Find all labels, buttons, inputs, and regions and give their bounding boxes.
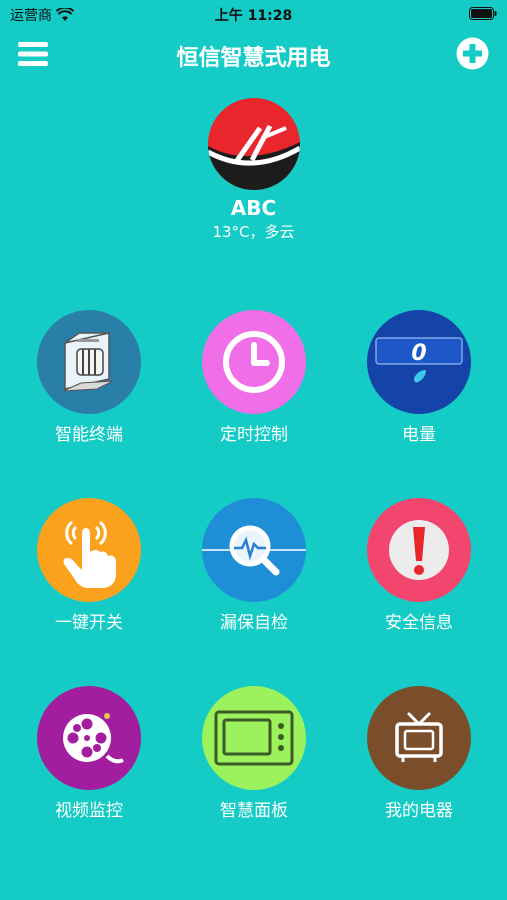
- clock-icon: [223, 331, 285, 393]
- feature-one-key-switch[interactable]: 一键开关: [14, 498, 164, 633]
- exclamation-icon: [389, 520, 449, 580]
- feature-label: 定时控制: [220, 425, 288, 445]
- weather-info: 13°C，多云: [212, 223, 295, 241]
- feature-label: 电量: [402, 425, 436, 445]
- page-title: 恒信智慧式用电: [176, 46, 331, 71]
- feature-icon-circle: [202, 686, 306, 790]
- feature-leak-protection-test[interactable]: 漏保自检: [179, 498, 329, 633]
- feature-my-appliances[interactable]: 我的电器: [344, 686, 494, 821]
- feature-icon-circle: [37, 310, 141, 414]
- feature-label: 智慧面板: [220, 801, 288, 821]
- feature-icon-circle: [202, 498, 306, 602]
- power-meter-icon: 0: [375, 337, 463, 383]
- touch-hand-icon: [63, 520, 116, 588]
- film-reel-icon: [63, 713, 124, 764]
- feature-video-monitoring[interactable]: 视频监控: [14, 686, 164, 821]
- feature-label: 安全信息: [385, 613, 453, 633]
- feature-icon-circle: [37, 498, 141, 602]
- feature-safety-info[interactable]: 安全信息: [344, 498, 494, 633]
- feature-icon-circle: [37, 686, 141, 790]
- magnifier-icon: [202, 525, 306, 576]
- brand-logo-icon: [207, 98, 300, 190]
- add-icon[interactable]: [456, 37, 489, 70]
- feature-icon-circle: [202, 310, 306, 414]
- profile-name: ABC: [230, 196, 277, 220]
- status-bar: 运营商 上午 11:28: [0, 0, 507, 28]
- feature-label: 视频监控: [55, 801, 123, 821]
- feature-timer-control[interactable]: 定时控制: [179, 310, 329, 445]
- panel-icon: [214, 710, 294, 766]
- power-value: 0: [411, 341, 426, 366]
- battery-icon: [469, 7, 497, 20]
- feature-label: 我的电器: [385, 801, 453, 821]
- feature-icon-circle: [367, 686, 471, 790]
- nav-bar: 恒信智慧式用电: [0, 30, 507, 78]
- profile-section: ABC 13°C，多云: [0, 98, 507, 242]
- smart-terminal-icon: [62, 332, 114, 392]
- feature-smart-terminal[interactable]: 智能终端: [14, 310, 164, 445]
- feature-label: 一键开关: [55, 613, 123, 633]
- feature-power-meter[interactable]: 0 电量: [344, 310, 494, 445]
- feature-label: 漏保自检: [220, 613, 288, 633]
- feature-smart-panel[interactable]: 智慧面板: [179, 686, 329, 821]
- feature-label: 智能终端: [55, 425, 123, 445]
- feature-icon-circle: [367, 498, 471, 602]
- status-time: 上午 11:28: [214, 8, 293, 24]
- feature-icon-circle: 0: [367, 310, 471, 414]
- tv-icon: [395, 712, 443, 762]
